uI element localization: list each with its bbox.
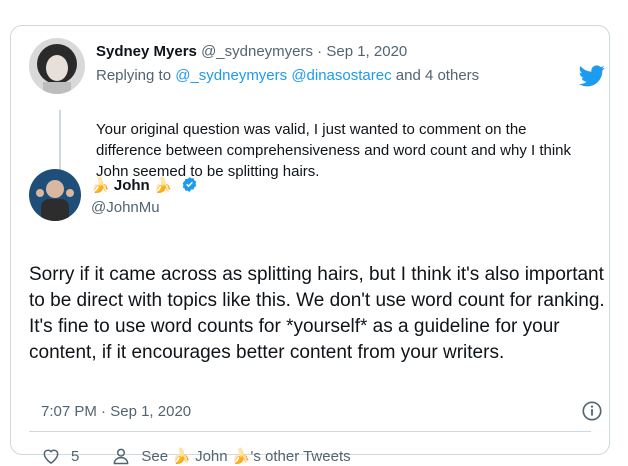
replying-to-others[interactable]: and 4 others xyxy=(396,67,479,84)
other-tweets-label: 's other Tweets xyxy=(250,448,351,465)
replying-to-label: Replying to xyxy=(96,67,172,84)
tweet-actions: 5 See 🍌 John 🍌's other Tweets xyxy=(41,446,351,466)
tweet-author-name[interactable]: John xyxy=(114,177,150,194)
banana-emoji-icon: 🍌 xyxy=(153,177,173,194)
verified-badge-icon xyxy=(182,177,196,192)
twitter-bird-icon[interactable] xyxy=(579,65,605,87)
reply-author-handle[interactable]: @_sydneymyers xyxy=(201,43,313,60)
tweet-date: Sep 1, 2020 xyxy=(110,403,192,420)
divider xyxy=(29,431,591,432)
heart-icon[interactable] xyxy=(41,446,61,466)
banana-emoji-icon: 🍌 xyxy=(91,177,110,194)
info-icon[interactable] xyxy=(581,400,603,422)
tweet-author-handle[interactable]: @JohnMu xyxy=(91,198,160,218)
tweet-author-line: 🍌 John 🍌 xyxy=(91,176,198,196)
reply-author-name[interactable]: Sydney Myers xyxy=(96,43,197,60)
see-other-tweets-link[interactable]: See 🍌 John 🍌's other Tweets xyxy=(141,447,350,465)
tweet-card: Sydney Myers @_sydneymyers · Sep 1, 2020… xyxy=(10,25,610,465)
person-icon[interactable] xyxy=(111,446,131,466)
reply-date[interactable]: Sep 1, 2020 xyxy=(326,43,407,60)
see-label: See xyxy=(141,448,169,465)
john-avatar[interactable] xyxy=(29,169,81,221)
separator: · xyxy=(317,43,323,60)
tweet-timestamp[interactable]: 7:07 PM · Sep 1, 2020 xyxy=(41,403,191,420)
sydney-avatar[interactable] xyxy=(29,38,85,94)
banana-emoji-icon: 🍌 xyxy=(172,448,191,465)
tweet-time: 7:07 PM xyxy=(41,403,97,420)
tweet-text: Sorry if it came across as splitting hai… xyxy=(29,264,605,363)
reply-header: Sydney Myers @_sydneymyers · Sep 1, 2020 xyxy=(96,42,407,62)
separator: · xyxy=(101,403,107,420)
replying-to-handles[interactable]: @_sydneymyers @dinasostarec xyxy=(175,67,391,84)
replying-to-line: Replying to @_sydneymyers @dinasostarec … xyxy=(96,66,479,86)
other-author-name: John xyxy=(195,448,228,465)
like-count: 5 xyxy=(71,447,80,465)
reply-text: Your original question was valid, I just… xyxy=(96,121,572,180)
banana-emoji-icon: 🍌 xyxy=(231,448,251,465)
